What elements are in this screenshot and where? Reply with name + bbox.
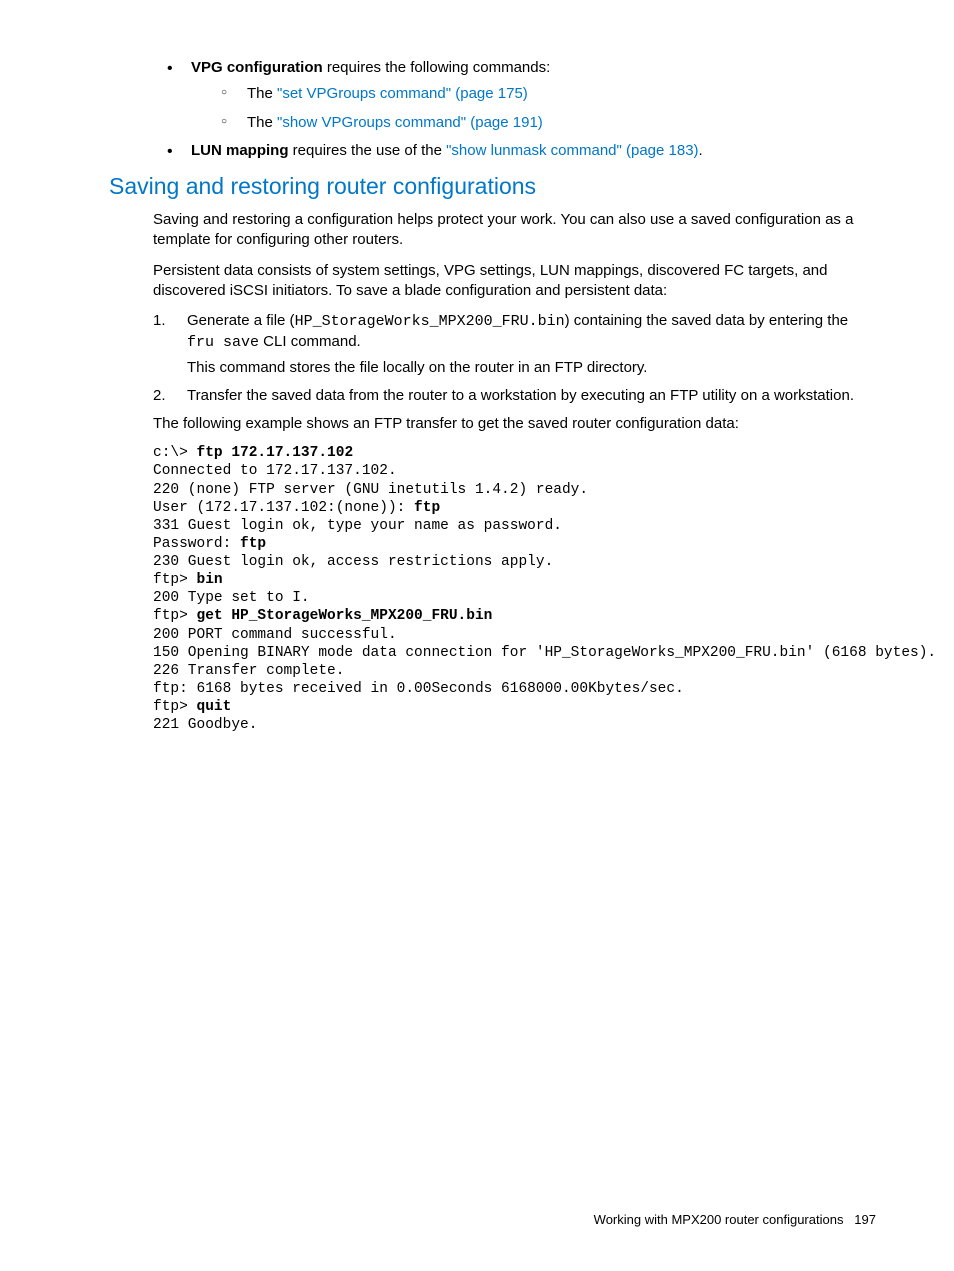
code-l08a: ftp> [153,572,197,588]
step-1-code-1: HP_StorageWorks_MPX200_FRU.bin [295,313,565,330]
link-show-vpgroups[interactable]: "show VPGroups command" (page 191) [277,114,543,131]
steps-list: 1. Generate a file (HP_StorageWorks_MPX2… [153,311,876,406]
section-heading: Saving and restoring router configuratio… [109,171,876,202]
code-l15a: ftp> [153,699,197,715]
content-column: VPG configuration requires the following… [78,58,876,734]
code-l11: 200 PORT command successful. [153,627,397,643]
code-l01a: c:\> [153,445,197,461]
vpg-text: requires the following commands: [323,59,551,76]
step-1-code-2: fru save [187,334,259,351]
footer-text: Working with MPX200 router configuration… [594,1212,844,1227]
step-2: 2. Transfer the saved data from the rout… [153,386,876,406]
bullet-lun: LUN mapping requires the use of the "sho… [167,141,876,161]
sub1-prefix: The [247,85,277,102]
code-l03: 220 (none) FTP server (GNU inetutils 1.4… [153,482,588,498]
top-bullet-list: VPG configuration requires the following… [153,58,876,161]
lun-text: requires the use of the [289,142,447,159]
step-1-sub: This command stores the file locally on … [187,358,876,378]
step-1-text-c: CLI command. [259,333,361,350]
footer-page: 197 [854,1212,876,1227]
vpg-sub-2: The "show VPGroups command" (page 191) [221,113,876,133]
page-footer: Working with MPX200 router configuration… [594,1211,876,1229]
code-l08b: bin [197,572,223,588]
step-1-text-b: ) containing the saved data by entering … [565,312,849,329]
code-l01b: ftp 172.17.137.102 [197,445,354,461]
code-l04a: User (172.17.137.102:(none)): [153,500,414,516]
step-2-marker: 2. [153,386,166,406]
bullet-vpg: VPG configuration requires the following… [167,58,876,133]
code-l15b: quit [197,699,232,715]
ftp-example-block: c:\> ftp 172.17.137.102 Connected to 172… [153,444,876,734]
link-set-vpgroups[interactable]: "set VPGroups command" (page 175) [277,85,528,102]
code-l06b: ftp [240,536,266,552]
code-l07: 230 Guest login ok, access restrictions … [153,554,553,570]
code-l05: 331 Guest login ok, type your name as pa… [153,518,562,534]
code-l02: Connected to 172.17.137.102. [153,463,397,479]
code-l12: 150 Opening BINARY mode data connection … [153,645,936,661]
code-l10a: ftp> [153,608,197,624]
vpg-sublist: The "set VPGroups command" (page 175) Th… [191,84,876,133]
intro-para-2: Persistent data consists of system setti… [153,261,876,302]
example-intro: The following example shows an FTP trans… [153,414,876,434]
code-l09: 200 Type set to I. [153,590,310,606]
step-2-text: Transfer the saved data from the router … [187,387,854,404]
step-1-marker: 1. [153,311,166,331]
intro-para-1: Saving and restoring a configuration hel… [153,210,876,251]
step-1-text-a: Generate a file ( [187,312,295,329]
code-l04b: ftp [414,500,440,516]
lun-tail: . [699,142,703,159]
code-l14: ftp: 6168 bytes received in 0.00Seconds … [153,681,684,697]
code-l06a: Password: [153,536,240,552]
page: VPG configuration requires the following… [0,0,954,1271]
code-l10b: get HP_StorageWorks_MPX200_FRU.bin [197,608,493,624]
sub2-prefix: The [247,114,277,131]
vpg-label: VPG configuration [191,59,323,76]
vpg-sub-1: The "set VPGroups command" (page 175) [221,84,876,104]
code-l16: 221 Goodbye. [153,717,257,733]
link-show-lunmask[interactable]: "show lunmask command" (page 183) [446,142,698,159]
lun-label: LUN mapping [191,142,289,159]
code-l13: 226 Transfer complete. [153,663,344,679]
step-1: 1. Generate a file (HP_StorageWorks_MPX2… [153,311,876,378]
